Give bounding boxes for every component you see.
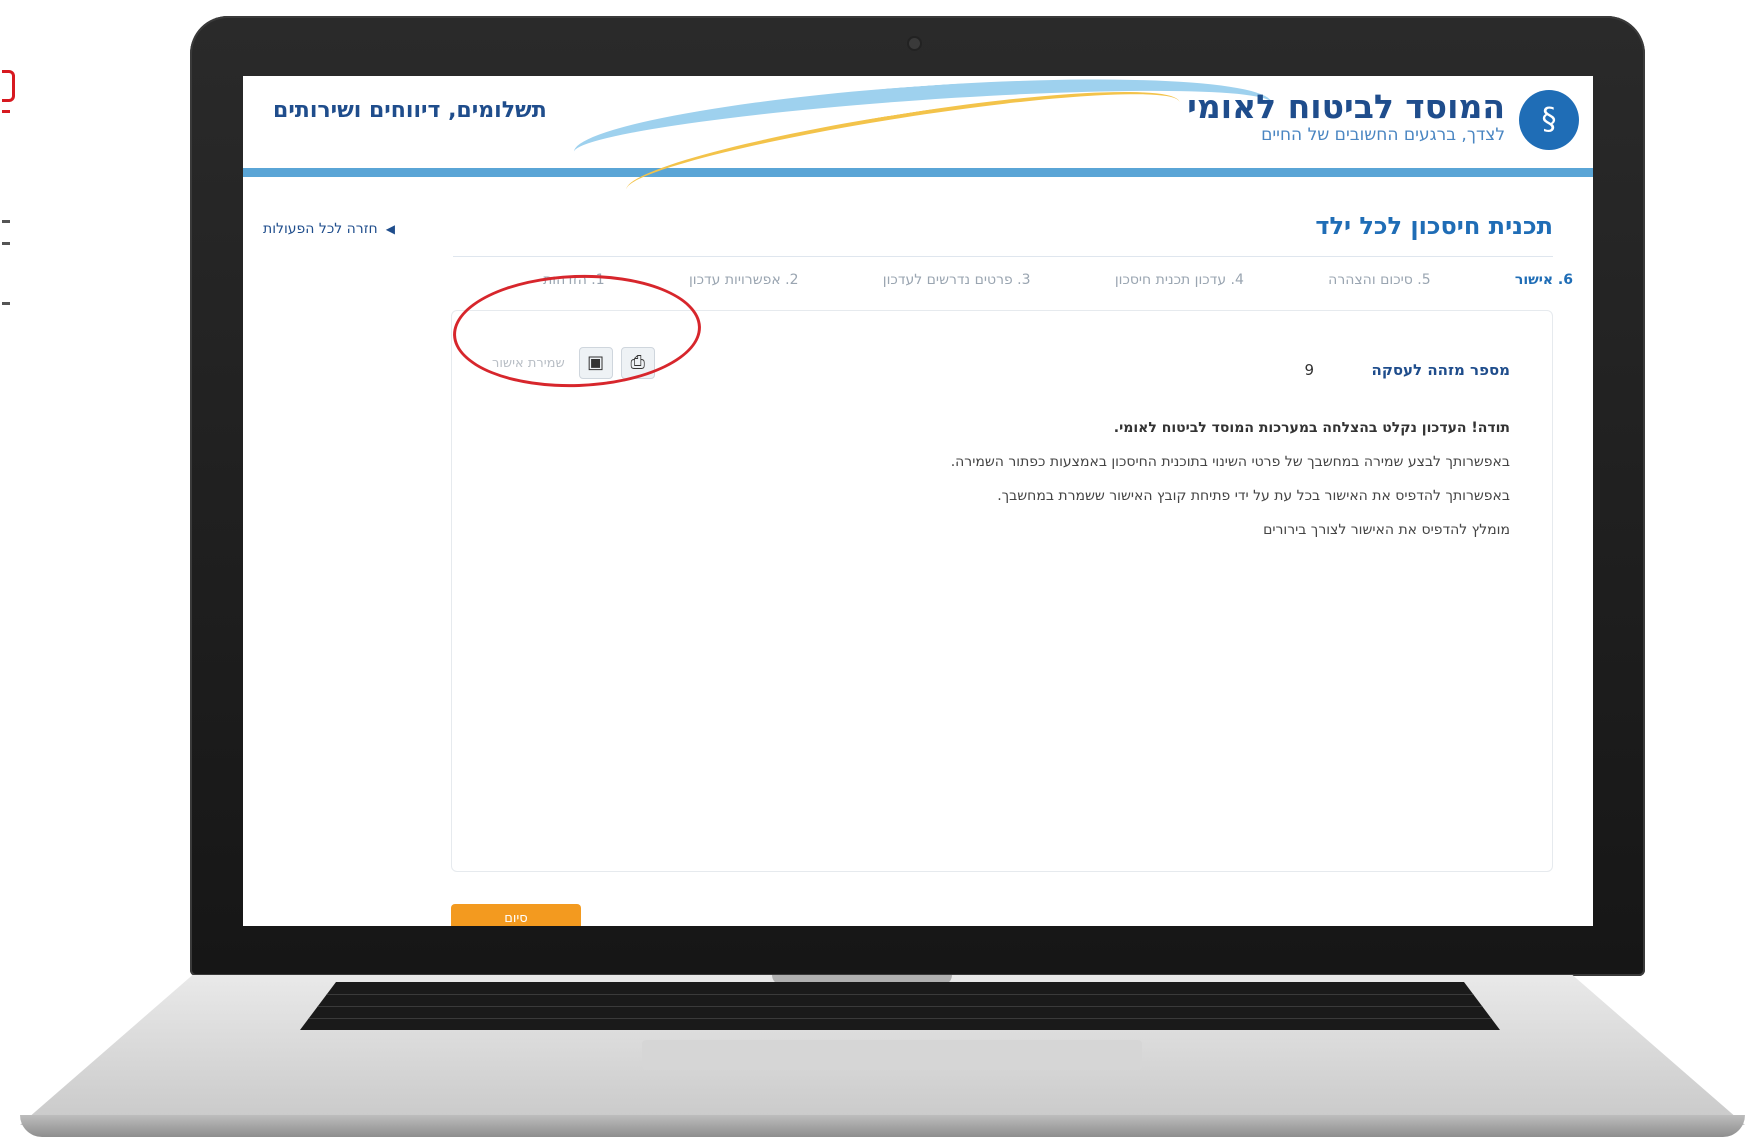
page-title: תכנית חיסכון לכל ילד xyxy=(1315,212,1553,240)
back-arrow-icon: ◀ xyxy=(385,222,395,236)
laptop-keyboard xyxy=(300,982,1500,1030)
brand: המוסד לביטוח לאומי לצדך, ברגעים החשובים … xyxy=(1187,87,1505,145)
info-message-print: באפשרותך להדפיס את האישור בכל עת על ידי … xyxy=(997,488,1510,504)
org-name: המוסד לביטוח לאומי xyxy=(1187,87,1505,126)
step-6-current: 6. אישור xyxy=(1514,272,1573,288)
confirmation-panel: מספר מזהה לעסקה 9 שמירת אישור ▣ ⎙ תודה! … xyxy=(451,310,1553,872)
step-2: 2. אפשרויות עדכון xyxy=(688,272,799,288)
step-3: 3. פרטים נדרשים לעדכון xyxy=(882,272,1031,288)
national-insurance-logo-icon[interactable]: § xyxy=(1519,90,1579,150)
browser-screen: § המוסד לביטוח לאומי לצדך, ברגעים החשובי… xyxy=(243,76,1593,926)
laptop-frame: § המוסד לביטוח לאומי לצדך, ברגעים החשובי… xyxy=(0,0,1745,1137)
wizard-steps: 1. הזדהות 2. אפשרויות עדכון 3. פרטים נדר… xyxy=(543,272,1573,288)
divider xyxy=(453,256,1553,257)
confirmation-messages: תודה! העדכון נקלט בהצלחה במערכות המוסד ל… xyxy=(610,411,1510,547)
step-4: 4. עדכון תכנית חיסכון xyxy=(1114,272,1244,288)
section-title: תשלומים, דיווחים ושירותים xyxy=(273,98,547,123)
info-message-recommend: מומלץ להדפיס את האישור לצורך בירורים xyxy=(1263,522,1510,538)
finish-button[interactable]: סיום xyxy=(451,904,581,926)
info-message-save: באפשרותך לבצע שמירה במחשבך של פרטי השינו… xyxy=(950,454,1510,470)
back-link-label: חזרה לכל הפעולות xyxy=(263,221,378,237)
laptop-trackpad xyxy=(642,1040,1142,1070)
site-header: § המוסד לביטוח לאומי לצדך, ברגעים החשובי… xyxy=(243,76,1593,222)
transaction-id-label: מספר מזהה לעסקה xyxy=(1371,361,1510,379)
camera-icon xyxy=(909,38,920,49)
step-5: 5. סיכום והצהרה xyxy=(1328,272,1431,288)
transaction-id-value: 9 xyxy=(1304,361,1314,379)
org-tagline: לצדך, ברגעים החשובים של החיים xyxy=(1261,125,1505,145)
success-message: תודה! העדכון נקלט בהצלחה במערכות המוסד ל… xyxy=(1113,420,1510,436)
back-link[interactable]: ◀ חזרה לכל הפעולות xyxy=(263,221,395,237)
